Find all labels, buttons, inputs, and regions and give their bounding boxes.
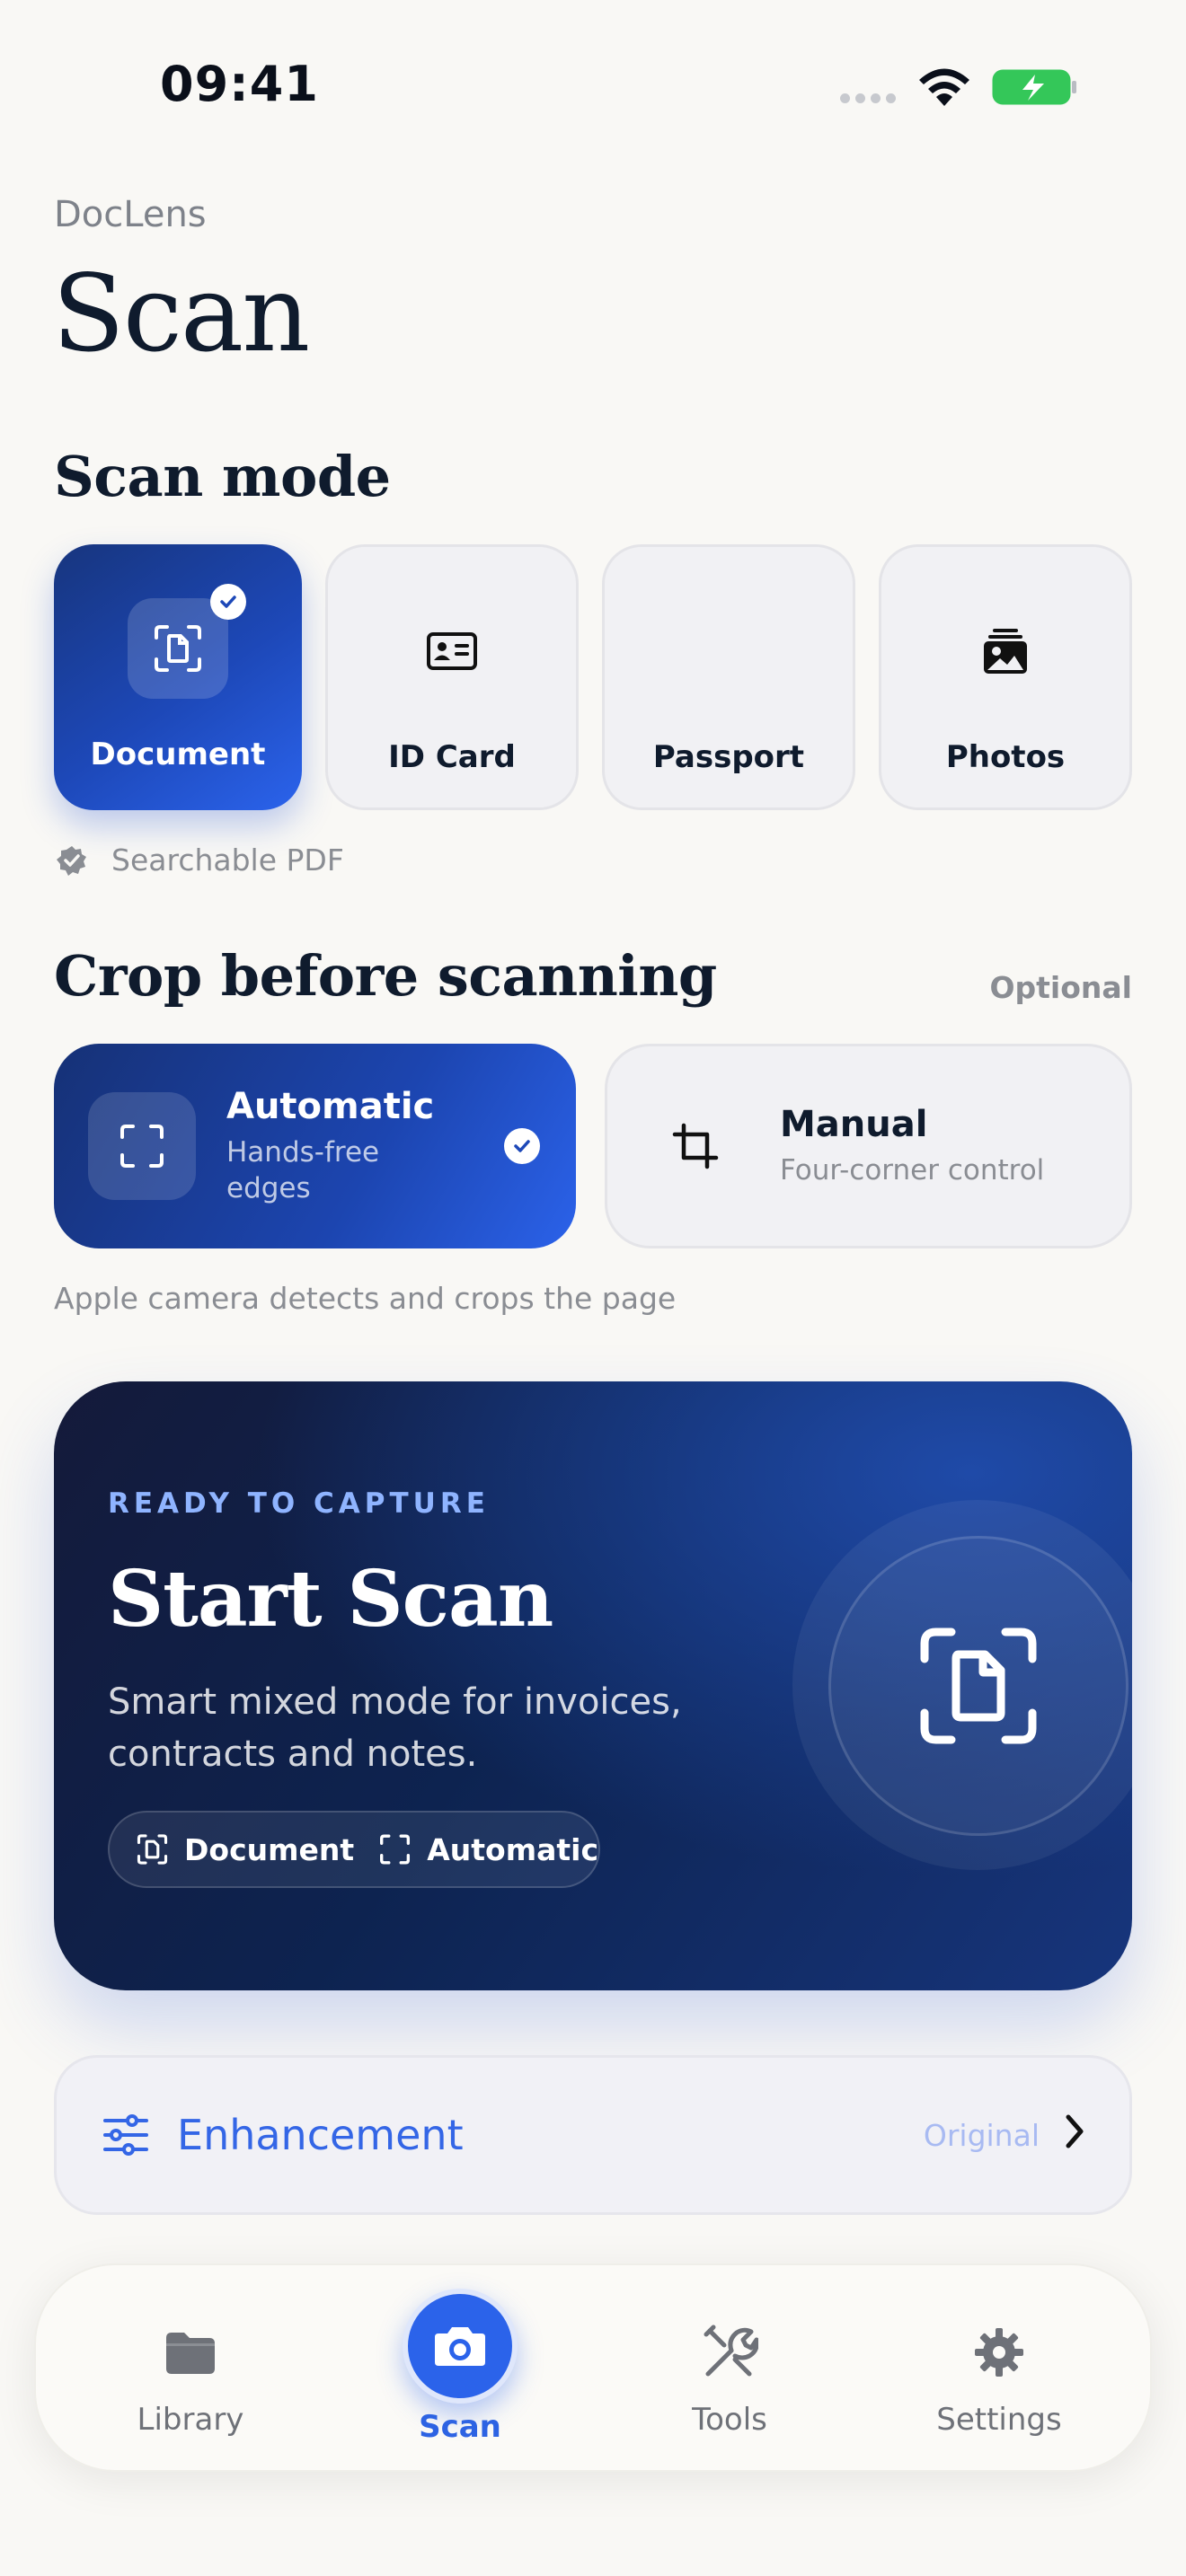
crop-option-title: Automatic (226, 1086, 435, 1127)
tab-tools[interactable]: Tools (595, 2265, 864, 2474)
hero-kicker: READY TO CAPTURE (108, 1487, 490, 1520)
wifi-icon (919, 68, 969, 106)
enhancement-value: Original (923, 2117, 1040, 2153)
hero-scan-button[interactable] (828, 1536, 1128, 1836)
chip-crop: Automatic (427, 1831, 598, 1867)
tab-label: Settings (936, 2402, 1062, 2438)
scan-mode-passport[interactable]: Passport (602, 544, 855, 810)
tab-label: Tools (692, 2402, 767, 2438)
scan-mode-id-card[interactable]: ID Card (325, 544, 579, 810)
tab-bar: Library Scan Tools Settings (34, 2263, 1152, 2472)
hero-settings-chip: Document Automatic (108, 1811, 600, 1888)
document-scan-icon (920, 1628, 1037, 1744)
battery-charging-icon (992, 69, 1076, 105)
hint-text: Searchable PDF (111, 842, 344, 878)
auto-crop-icon (88, 1092, 196, 1200)
crop-option-subtitle: Four-corner control (780, 1154, 1045, 1187)
scan-mode-label: ID Card (388, 739, 516, 775)
selected-check-icon (504, 1128, 540, 1164)
tab-scan[interactable]: Scan (325, 2265, 595, 2474)
tab-settings[interactable]: Settings (864, 2265, 1134, 2474)
status-bar: 09:41 (0, 0, 1186, 171)
scan-mode-label: Passport (652, 739, 805, 775)
tab-label: Library (137, 2402, 244, 2438)
scan-mode-hint: Searchable PDF (56, 842, 344, 878)
optional-badge: Optional (989, 970, 1132, 1005)
hero-description: Smart mixed mode for invoices, contracts… (108, 1681, 682, 1775)
crop-option-subtitle: Hands-free edges (226, 1136, 380, 1204)
selected-check-icon (210, 584, 246, 620)
sliders-icon (103, 2114, 148, 2156)
scan-mode-document[interactable]: Document (54, 544, 302, 810)
enhancement-label: Enhancement (177, 2111, 464, 2159)
crop-manual[interactable]: Manual Four-corner control (605, 1044, 1132, 1248)
scan-mode-label: Document (90, 737, 266, 772)
scan-mode-heading: Scan mode (54, 444, 391, 509)
chip-mode: Document (184, 1831, 355, 1867)
camera-icon (403, 2289, 518, 2404)
crop-heading: Crop before scanning (54, 943, 717, 1009)
tab-label: Scan (419, 2409, 501, 2445)
folder-icon (159, 2321, 222, 2384)
scan-mode-photos[interactable]: Photos (879, 544, 1132, 810)
crop-selector: Automatic Hands-free edges Manual Four-c… (54, 1044, 1132, 1248)
hero-title: Start Scan (108, 1554, 553, 1645)
tab-library[interactable]: Library (56, 2265, 325, 2474)
status-time: 09:41 (160, 56, 319, 112)
tools-icon (698, 2321, 761, 2384)
enhancement-row[interactable]: Enhancement Original (54, 2055, 1132, 2215)
document-scan-icon (128, 598, 228, 699)
page-title: Scan (52, 251, 310, 375)
auto-crop-icon (380, 1834, 411, 1865)
scan-mode-label: Photos (945, 739, 1066, 775)
photos-icon (955, 601, 1056, 701)
passport-icon (678, 601, 779, 701)
verified-badge-icon (57, 845, 86, 876)
gear-icon (968, 2321, 1031, 2384)
scan-mode-selector: Document ID Card Passport Photos (54, 544, 1132, 810)
cellular-signal-icon (840, 93, 896, 103)
document-scan-icon (137, 1834, 168, 1865)
start-scan-card[interactable]: READY TO CAPTURE Start Scan Smart mixed … (54, 1381, 1132, 1990)
crop-automatic[interactable]: Automatic Hands-free edges (54, 1044, 576, 1248)
id-card-icon (402, 601, 502, 701)
crop-caption: Apple camera detects and crops the page (54, 1281, 677, 1316)
crop-option-title: Manual (780, 1104, 928, 1145)
chevron-right-icon (1066, 2114, 1084, 2148)
app-name: DocLens (54, 194, 207, 235)
crop-icon (642, 1092, 749, 1200)
